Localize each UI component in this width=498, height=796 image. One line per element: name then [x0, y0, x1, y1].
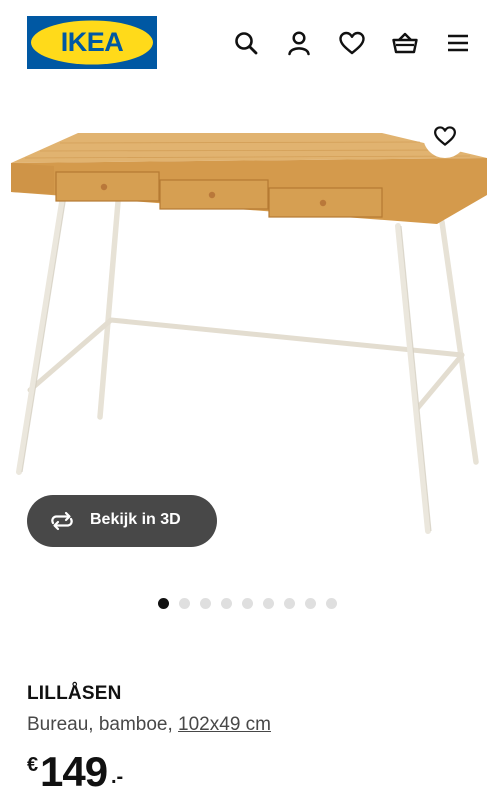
- carousel-dot[interactable]: [263, 598, 274, 609]
- heart-icon: [434, 126, 456, 146]
- carousel-dot[interactable]: [158, 598, 169, 609]
- search-icon[interactable]: [232, 29, 260, 57]
- heart-icon[interactable]: [338, 29, 366, 57]
- price-decimal: .-: [111, 766, 124, 788]
- view-in-3d-button[interactable]: Bekijk in 3D: [27, 495, 217, 547]
- price-currency: €: [27, 754, 39, 776]
- basket-icon[interactable]: [391, 29, 419, 57]
- carousel-dot[interactable]: [179, 598, 190, 609]
- carousel-dot[interactable]: [326, 598, 337, 609]
- carousel-dot[interactable]: [200, 598, 211, 609]
- product-dimensions-link[interactable]: 102x49 cm: [178, 714, 271, 735]
- price-integer: 149: [40, 748, 108, 795]
- ikea-logo-mark: IKEA: [27, 16, 157, 69]
- account-icon[interactable]: [285, 29, 313, 57]
- carousel-dot[interactable]: [305, 598, 316, 609]
- carousel-dot[interactable]: [221, 598, 232, 609]
- menu-icon[interactable]: [444, 29, 472, 57]
- rotate-3d-icon: [51, 511, 73, 531]
- product-description: Bureau, bamboe, 102x49 cm: [27, 714, 271, 736]
- top-header: IKEA: [0, 0, 498, 86]
- carousel-dot[interactable]: [242, 598, 253, 609]
- carousel-dot[interactable]: [284, 598, 295, 609]
- view-in-3d-label: Bekijk in 3D: [90, 511, 181, 528]
- ikea-logo[interactable]: IKEA: [27, 16, 157, 69]
- product-type: Bureau, bamboe,: [27, 714, 173, 735]
- add-to-favorites-button[interactable]: [423, 114, 467, 158]
- svg-text:IKEA: IKEA: [61, 27, 124, 57]
- product-name: LILLÅSEN: [27, 683, 122, 704]
